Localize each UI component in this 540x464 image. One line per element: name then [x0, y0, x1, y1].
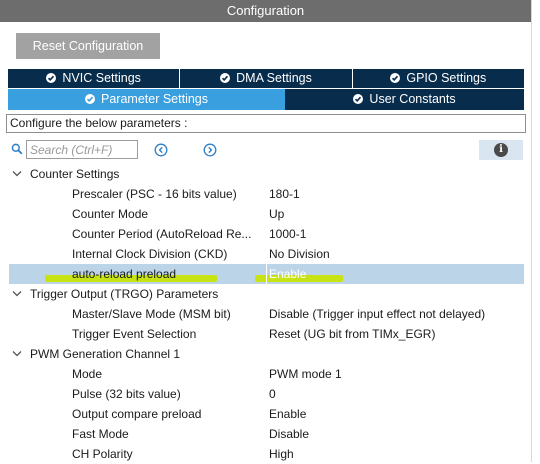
group-label: Counter Settings [30, 167, 120, 181]
param-row-counter-mode[interactable]: Counter Mode Up [0, 204, 531, 224]
param-row-pulse[interactable]: Pulse (32 bits value) 0 [0, 384, 531, 404]
tab-parameter-settings[interactable]: Parameter Settings [8, 89, 285, 110]
tab-bar-top: NVIC Settings DMA Settings GPIO Settings [8, 69, 524, 88]
param-row-master-slave-mode[interactable]: Master/Slave Mode (MSM bit) Disable (Tri… [0, 304, 531, 324]
param-value[interactable]: 0 [269, 384, 276, 404]
tab-label: User Constants [369, 92, 456, 106]
param-row-prescaler[interactable]: Prescaler (PSC - 16 bits value) 180-1 [0, 184, 531, 204]
param-name: Pulse (32 bits value) [72, 387, 181, 401]
check-circle-icon [220, 73, 231, 83]
tab-user-constants[interactable]: User Constants [285, 89, 524, 110]
param-value[interactable]: Up [269, 204, 284, 224]
param-name: Counter Period (AutoReload Re... [72, 227, 252, 241]
param-name: Master/Slave Mode (MSM bit) [72, 307, 231, 321]
param-name: Output compare preload [72, 407, 202, 421]
configure-hint: Configure the below parameters : [6, 114, 526, 133]
param-value[interactable]: Enable [269, 264, 306, 284]
tab-label: NVIC Settings [62, 71, 141, 85]
param-value[interactable]: 1000-1 [269, 224, 306, 244]
param-name: Counter Mode [72, 207, 149, 221]
param-name: Prescaler (PSC - 16 bits value) [72, 187, 237, 201]
param-value[interactable]: Disable (Trigger input effect not delaye… [269, 304, 485, 324]
search-input[interactable] [26, 140, 138, 159]
param-value[interactable]: Disable [269, 424, 309, 444]
param-row-trigger-event[interactable]: Trigger Event Selection Reset (UG bit fr… [0, 324, 531, 344]
tab-gpio-settings[interactable]: GPIO Settings [353, 69, 524, 88]
param-name: Trigger Event Selection [72, 327, 197, 341]
param-value[interactable]: No Division [269, 244, 330, 264]
param-row-fast-mode[interactable]: Fast Mode Disable [0, 424, 531, 444]
previous-match-icon[interactable] [154, 143, 168, 157]
info-icon: i [494, 143, 508, 157]
param-row-counter-period[interactable]: Counter Period (AutoReload Re... 1000-1 [0, 224, 531, 244]
param-value[interactable]: Reset (UG bit from TIMx_EGR) [269, 324, 435, 344]
param-name: auto-reload preload [72, 267, 177, 281]
chevron-down-icon[interactable] [12, 170, 22, 178]
param-row-mode[interactable]: Mode PWM mode 1 [0, 364, 531, 384]
param-row-ch-polarity[interactable]: CH Polarity High [0, 444, 531, 464]
param-row-auto-reload-preload[interactable]: auto-reload preload Enable [9, 264, 524, 284]
tab-dma-settings[interactable]: DMA Settings [180, 69, 353, 88]
tab-bar-bottom: Parameter Settings User Constants [8, 89, 524, 110]
param-name: CH Polarity [72, 447, 133, 461]
param-name: Internal Clock Division (CKD) [72, 247, 228, 261]
group-label: PWM Generation Channel 1 [30, 347, 181, 361]
chevron-down-icon[interactable] [12, 350, 22, 358]
param-value[interactable]: High [269, 444, 294, 464]
panel-title: Configuration [0, 0, 531, 22]
param-value[interactable]: 180-1 [269, 184, 300, 204]
group-pwm-channel-1[interactable]: PWM Generation Channel 1 [0, 344, 531, 364]
param-value[interactable]: Enable [269, 404, 306, 424]
tab-label: GPIO Settings [406, 71, 487, 85]
column-separator [266, 264, 267, 284]
reset-configuration-button[interactable]: Reset Configuration [16, 33, 160, 59]
panel-right-border [531, 0, 540, 462]
param-value[interactable]: PWM mode 1 [269, 364, 342, 384]
chevron-down-icon[interactable] [12, 290, 22, 298]
param-name: Mode [72, 367, 103, 381]
group-label: Trigger Output (TRGO) Parameters [30, 287, 219, 301]
tab-nvic-settings[interactable]: NVIC Settings [8, 69, 181, 88]
param-row-clock-division[interactable]: Internal Clock Division (CKD) No Divisio… [0, 244, 531, 264]
tab-label: DMA Settings [236, 71, 312, 85]
group-trigger-output[interactable]: Trigger Output (TRGO) Parameters [0, 284, 531, 304]
check-circle-icon [353, 94, 364, 104]
group-counter-settings[interactable]: Counter Settings [0, 164, 531, 184]
info-button[interactable]: i [479, 140, 523, 160]
check-circle-icon [390, 73, 401, 83]
param-name: Fast Mode [72, 427, 129, 441]
param-row-output-compare-preload[interactable]: Output compare preload Enable [0, 404, 531, 424]
next-match-icon[interactable] [203, 143, 217, 157]
check-circle-icon [46, 73, 57, 83]
tab-label: Parameter Settings [101, 92, 208, 106]
parameter-tree: Counter Settings Prescaler (PSC - 16 bit… [0, 164, 531, 464]
check-circle-icon [85, 94, 95, 104]
search-icon[interactable] [11, 143, 23, 155]
